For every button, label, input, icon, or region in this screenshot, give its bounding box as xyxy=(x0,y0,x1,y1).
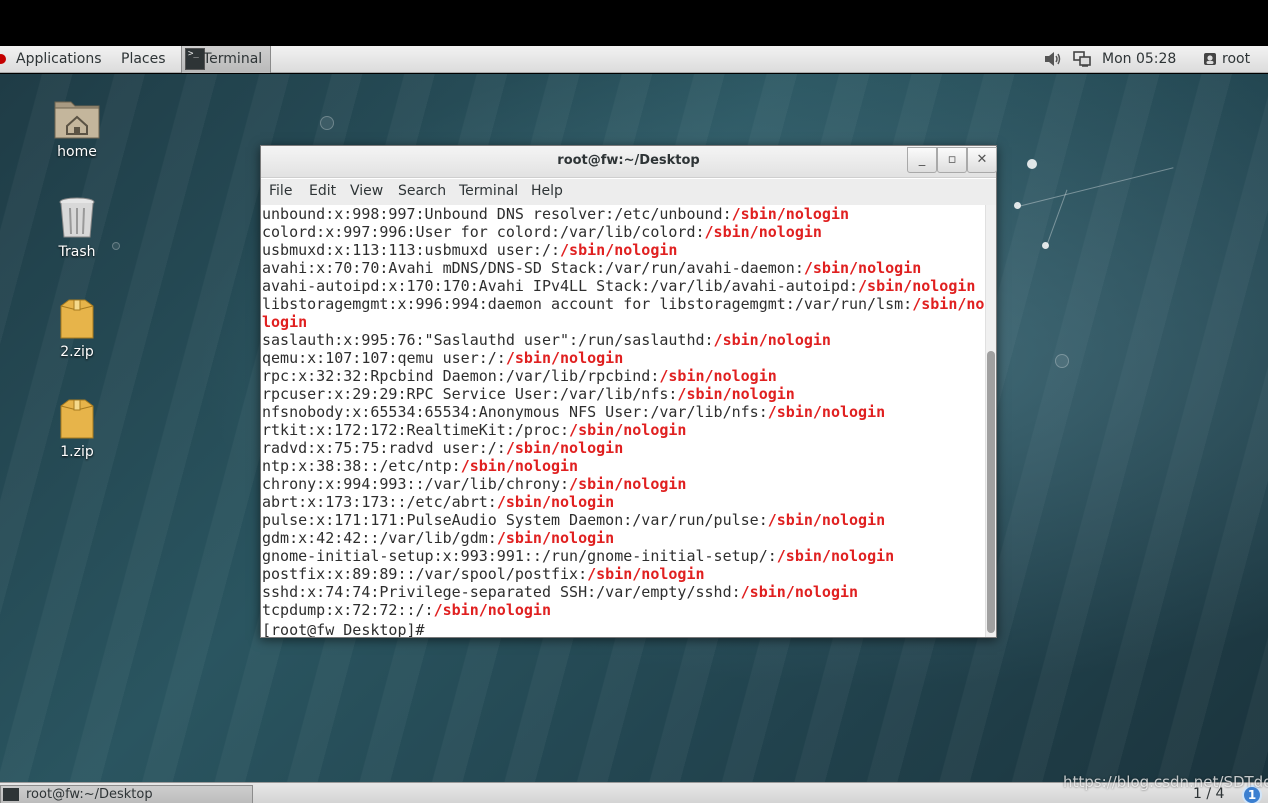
user-menu[interactable]: root xyxy=(1222,51,1250,67)
scrollbar-thumb[interactable] xyxy=(987,351,995,633)
terminal-cursor xyxy=(434,619,443,635)
places-menu[interactable]: Places xyxy=(121,51,166,67)
terminal-line: nfsnobody:x:65534:65534:Anonymous NFS Us… xyxy=(262,403,886,421)
menu-file[interactable]: File xyxy=(269,183,292,199)
archive-icon xyxy=(60,299,94,339)
window-titlebar[interactable]: root@fw:~/Desktop _ ▫ ✕ xyxy=(261,146,997,178)
taskbar-window-label: root@fw:~/Desktop xyxy=(26,787,153,802)
terminal-line: colord:x:997:996:User for colord:/var/li… xyxy=(262,223,822,241)
taskbar-window-button[interactable]: root@fw:~/Desktop xyxy=(0,785,253,803)
menu-search[interactable]: Search xyxy=(398,183,446,199)
desktop-icon-label: 2.zip xyxy=(60,344,94,360)
minimize-button[interactable]: _ xyxy=(907,147,937,173)
menu-terminal[interactable]: Terminal xyxy=(459,183,518,199)
top-panel: Applications Places >_ Terminal Mon 05:2… xyxy=(0,46,1268,73)
decoration xyxy=(1018,167,1174,207)
terminal-line: rpc:x:32:32:Rpcbind Daemon:/var/lib/rpcb… xyxy=(262,367,777,385)
terminal-line: usbmuxd:x:113:113:usbmuxd user:/:/sbin/n… xyxy=(262,241,678,259)
desktop-icon-label: 1.zip xyxy=(60,444,94,460)
menu-view[interactable]: View xyxy=(350,183,383,199)
terminal-line: saslauth:x:995:76:"Saslauthd user":/run/… xyxy=(262,331,831,349)
terminal-line: pulse:x:171:171:PulseAudio System Daemon… xyxy=(262,511,886,529)
applications-menu[interactable]: Applications xyxy=(16,51,102,67)
window-title: root@fw:~/Desktop xyxy=(557,153,700,168)
terminal-line: ntp:x:38:38::/etc/ntp:/sbin/nologin xyxy=(262,457,579,475)
menu-edit[interactable]: Edit xyxy=(309,183,336,199)
terminal-icon: >_ xyxy=(185,48,205,70)
terminal-line: qemu:x:107:107:qemu user:/:/sbin/nologin xyxy=(262,349,624,367)
home-folder-icon xyxy=(54,101,100,139)
desktop-icon-trash[interactable]: Trash xyxy=(37,196,117,260)
terminal-scrollbar[interactable] xyxy=(985,205,996,637)
close-icon: ✕ xyxy=(976,152,988,167)
terminal-icon xyxy=(3,788,19,801)
terminal-window[interactable]: root@fw:~/Desktop _ ▫ ✕ File Edit View S… xyxy=(260,145,997,638)
taskbar-terminal-label: Terminal xyxy=(203,51,263,67)
terminal-line: gnome-initial-setup:x:993:991::/run/gnom… xyxy=(262,547,895,565)
fedora-logo-icon[interactable] xyxy=(0,54,6,64)
volume-icon[interactable] xyxy=(1044,51,1062,67)
watermark: https://blog.csdn.net/SDTdd xyxy=(1063,773,1268,791)
menu-help[interactable]: Help xyxy=(531,183,563,199)
decoration xyxy=(320,116,334,130)
terminal-line: abrt:x:173:173::/etc/abrt:/sbin/nologin xyxy=(262,493,615,511)
terminal-line: unbound:x:998:997:Unbound DNS resolver:/… xyxy=(262,205,850,223)
terminal-line: radvd:x:75:75:radvd user:/:/sbin/nologin xyxy=(262,439,624,457)
minimize-icon: _ xyxy=(918,152,926,167)
terminal-line: libstoragemgmt:x:996:994:daemon account … xyxy=(262,295,985,313)
maximize-icon: ▫ xyxy=(947,152,957,167)
taskbar-terminal-button[interactable]: >_ Terminal xyxy=(181,46,271,73)
clock[interactable]: Mon 05:28 xyxy=(1102,51,1176,67)
archive-icon xyxy=(60,399,94,439)
terminal-line: rpcuser:x:29:29:RPC Service User:/var/li… xyxy=(262,385,795,403)
terminal-line: postfix:x:89:89::/var/spool/postfix:/sbi… xyxy=(262,565,705,583)
terminal-prompt[interactable]: [root@fw Desktop]# xyxy=(262,619,985,637)
network-icon[interactable] xyxy=(1073,51,1091,67)
desktop-icon-2zip[interactable]: 2.zip xyxy=(37,296,117,360)
desktop-icon-label: Trash xyxy=(58,244,96,260)
decoration xyxy=(1027,159,1037,169)
user-icon[interactable] xyxy=(1203,52,1217,66)
desktop-icon-home[interactable]: home xyxy=(37,96,117,160)
terminal-line: avahi-autoipd:x:170:170:Avahi IPv4LL Sta… xyxy=(262,277,976,295)
desktop-icon-label: home xyxy=(57,144,97,160)
terminal-line: avahi:x:70:70:Avahi mDNS/DNS-SD Stack:/v… xyxy=(262,259,922,277)
terminal-line: tcpdump:x:72:72::/:/sbin/nologin xyxy=(262,601,551,619)
decoration xyxy=(1055,354,1069,368)
close-button[interactable]: ✕ xyxy=(967,147,997,173)
terminal-line: sshd:x:74:74:Privilege-separated SSH:/va… xyxy=(262,583,859,601)
terminal-line: login xyxy=(262,313,308,331)
terminal-output[interactable]: unbound:x:998:997:Unbound DNS resolver:/… xyxy=(261,205,985,637)
desktop-icon-1zip[interactable]: 1.zip xyxy=(37,396,117,460)
top-letterbox xyxy=(0,0,1268,46)
terminal-line: chrony:x:994:993::/var/lib/chrony:/sbin/… xyxy=(262,475,687,493)
terminal-line: gdm:x:42:42::/var/lib/gdm:/sbin/nologin xyxy=(262,529,615,547)
maximize-button[interactable]: ▫ xyxy=(937,147,967,173)
terminal-line: rtkit:x:172:172:RealtimeKit:/proc:/sbin/… xyxy=(262,421,687,439)
menubar: File Edit View Search Terminal Help xyxy=(261,179,996,205)
trash-icon xyxy=(59,197,95,238)
